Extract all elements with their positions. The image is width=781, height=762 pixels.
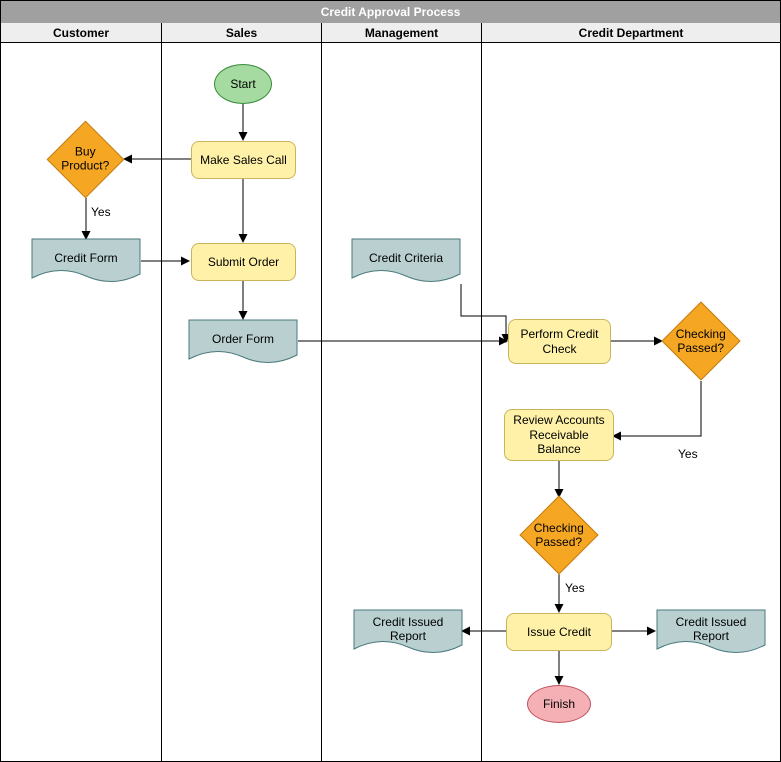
credit-issued-report-left-doc: Credit Issued Report (353, 609, 463, 657)
start-node: Start (214, 64, 272, 104)
credit-form-doc: Credit Form (31, 238, 141, 286)
credit-issued-report-left-label: Credit Issued Report (353, 615, 463, 643)
credit-criteria-label: Credit Criteria (369, 251, 443, 265)
review-ar-node: Review Accounts Receivable Balance (504, 409, 614, 461)
buy-product-yes-label: Yes (91, 205, 111, 219)
perform-credit-check-node: Perform Credit Check (508, 319, 611, 364)
make-sales-call-node: Make Sales Call (191, 141, 296, 179)
finish-label: Finish (543, 697, 575, 711)
lane-header-management: Management (321, 23, 481, 43)
checking-passed-2-label: Checking Passed? (534, 521, 584, 550)
buy-product-label: Buy Product? (61, 145, 109, 174)
lane-header-credit: Credit Department (481, 23, 780, 43)
buy-product-decision: Buy Product? (47, 121, 125, 199)
issue-credit-label: Issue Credit (527, 625, 591, 639)
lane-divider (321, 23, 322, 761)
checking-passed-2-yes: Yes (565, 581, 585, 595)
issue-credit-node: Issue Credit (506, 613, 612, 651)
review-ar-label: Review Accounts Receivable Balance (509, 413, 609, 456)
credit-issued-report-right-label: Credit Issued Report (656, 615, 766, 643)
credit-form-label: Credit Form (54, 251, 117, 265)
checking-passed-1-decision: Checking Passed? (661, 301, 740, 380)
submit-order-node: Submit Order (191, 243, 296, 281)
lane-divider (481, 23, 482, 761)
submit-order-label: Submit Order (208, 255, 279, 269)
order-form-doc: Order Form (188, 319, 298, 367)
lane-header-customer: Customer (1, 23, 161, 43)
credit-issued-report-right-doc: Credit Issued Report (656, 609, 766, 657)
lane-divider (161, 23, 162, 761)
swimlane-diagram: Credit Approval Process Customer Sales M… (0, 0, 781, 762)
checking-passed-1-yes: Yes (678, 447, 698, 461)
diagram-title: Credit Approval Process (1, 1, 780, 24)
lane-header-sales: Sales (161, 23, 321, 43)
credit-criteria-doc: Credit Criteria (351, 238, 461, 286)
perform-credit-check-label: Perform Credit Check (513, 327, 606, 356)
checking-passed-2-decision: Checking Passed? (519, 495, 598, 574)
finish-node: Finish (527, 685, 591, 723)
make-sales-call-label: Make Sales Call (200, 153, 287, 167)
checking-passed-1-label: Checking Passed? (676, 327, 726, 356)
order-form-label: Order Form (212, 332, 274, 346)
start-label: Start (230, 77, 255, 91)
